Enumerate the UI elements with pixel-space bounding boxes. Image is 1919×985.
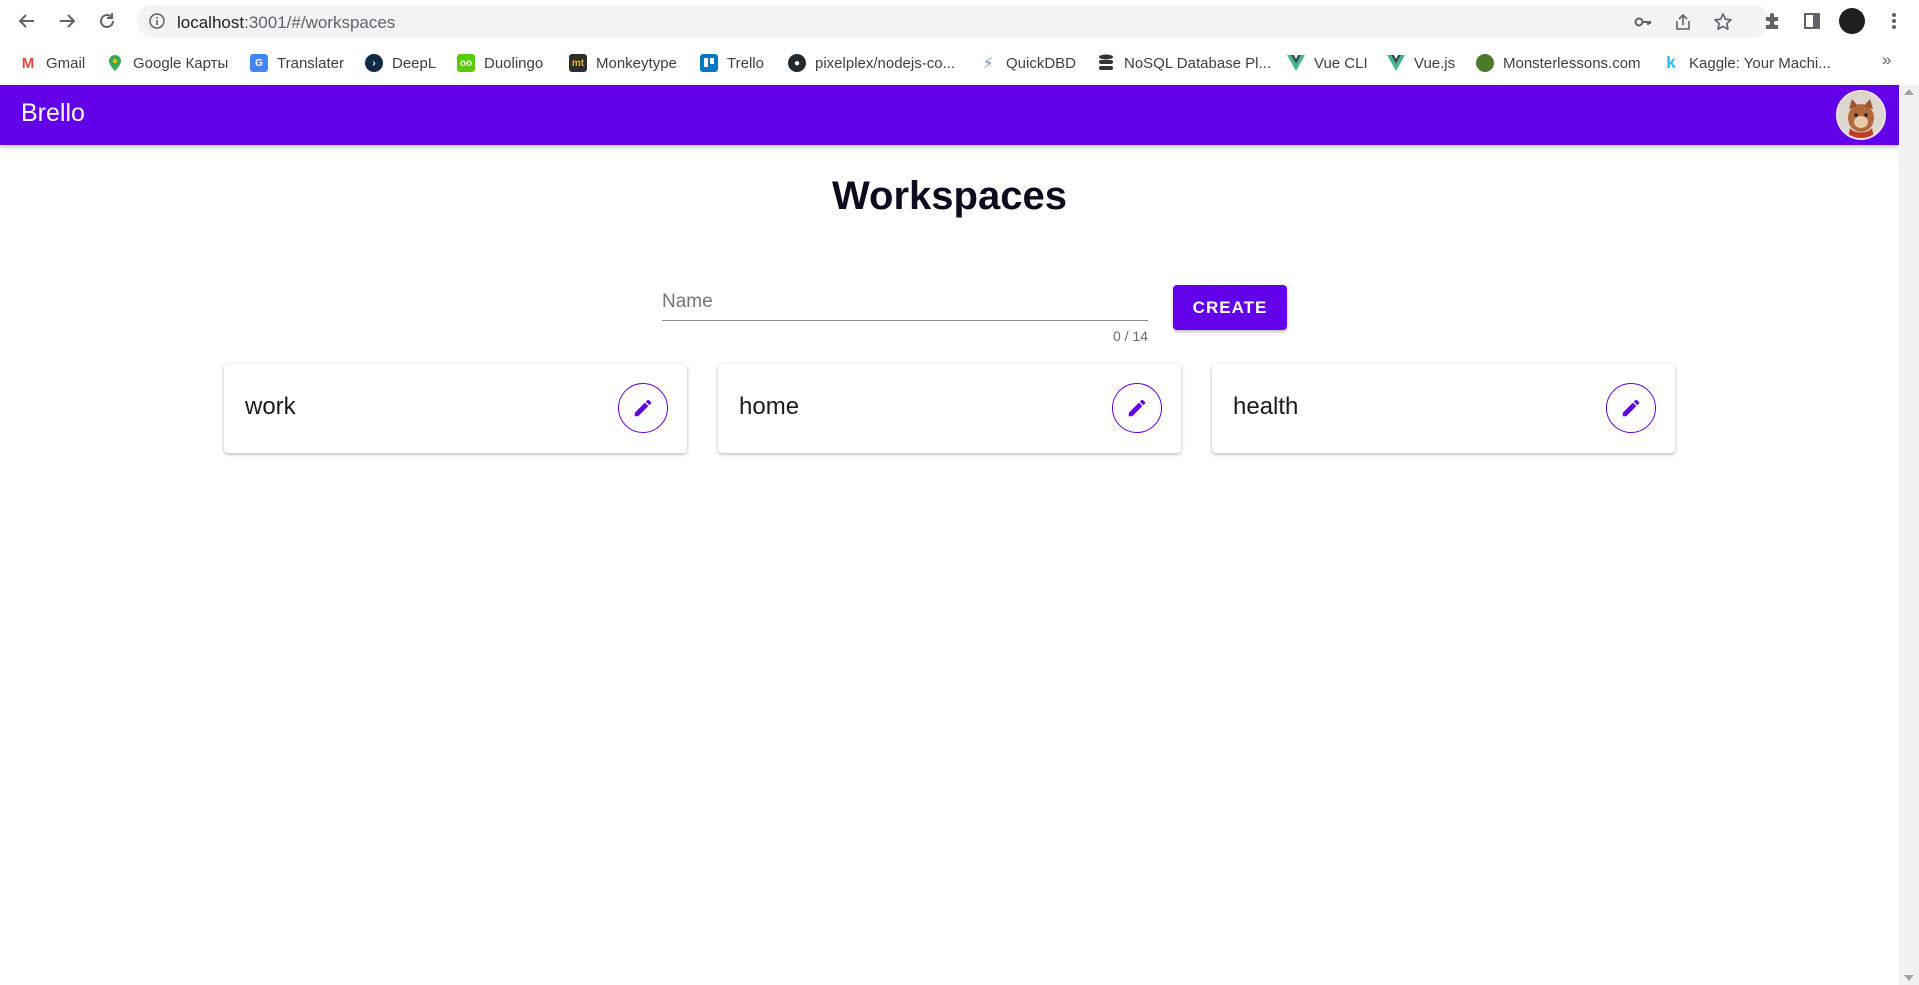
bookmark-label: Vue.js: [1414, 54, 1456, 72]
workspace-name-field[interactable]: [662, 285, 1148, 321]
github-icon: ●: [788, 54, 806, 72]
bookmark-label: Monsterlessons.com: [1503, 54, 1641, 72]
address-bar[interactable]: localhost:3001/#/workspaces: [137, 5, 1769, 38]
gmail-icon: M: [21, 54, 35, 72]
deepl-icon: ›: [365, 54, 383, 72]
scroll-up-arrow-icon[interactable]: [1904, 89, 1914, 95]
menu-dots-icon[interactable]: [1882, 9, 1906, 33]
forward-arrow-icon[interactable]: [53, 7, 81, 35]
bookmarks-bar: M Gmail Google Карты G Translater › Deep…: [0, 42, 1919, 84]
bookmark-label: Vue CLI: [1314, 54, 1368, 72]
pencil-icon: [634, 399, 652, 417]
side-panel-icon[interactable]: [1800, 9, 1824, 33]
pencil-icon: [1128, 399, 1146, 417]
reload-icon[interactable]: [93, 7, 121, 35]
bookmark-vuejs[interactable]: Vue.js: [1387, 52, 1455, 74]
bookmark-kaggle[interactable]: k Kaggle: Your Machi...: [1662, 52, 1831, 74]
bookmark-translater[interactable]: G Translater: [250, 52, 344, 74]
map-pin-icon: [106, 54, 124, 72]
app-bar: Brello: [0, 85, 1899, 145]
star-icon[interactable]: [1712, 11, 1734, 33]
pencil-icon: [1622, 399, 1640, 417]
bookmark-label: Translater: [277, 54, 344, 72]
lightning-icon: ⚡: [982, 55, 994, 72]
key-icon[interactable]: [1632, 11, 1654, 33]
page-title: Workspaces: [832, 174, 1067, 218]
workspace-card[interactable]: health: [1212, 364, 1675, 453]
edit-workspace-button[interactable]: [618, 383, 668, 433]
extensions-icon[interactable]: [1760, 9, 1784, 33]
translate-icon: G: [250, 54, 268, 72]
bookmarks-more-icon[interactable]: »: [1882, 50, 1891, 70]
brand-title[interactable]: Brello: [21, 99, 85, 128]
bookmark-github[interactable]: ● pixelplex/nodejs-co...: [788, 52, 955, 74]
bookmark-monkeytype[interactable]: mt Monkeytype: [569, 52, 677, 74]
browser-toolbar: localhost:3001/#/workspaces: [0, 0, 1919, 42]
bookmark-label: Monkeytype: [596, 54, 677, 72]
bookmark-gmail[interactable]: M Gmail: [19, 52, 85, 74]
workspace-title[interactable]: home: [739, 393, 799, 421]
workspace-card[interactable]: home: [718, 364, 1181, 453]
scroll-down-arrow-icon[interactable]: [1904, 975, 1914, 981]
workspace-name-input[interactable]: [662, 285, 1148, 319]
vue-icon: [1387, 54, 1405, 72]
edit-workspace-button[interactable]: [1112, 383, 1162, 433]
bookmark-label: Kaggle: Your Machi...: [1689, 54, 1831, 72]
create-button[interactable]: CREATE: [1173, 285, 1287, 330]
input-underline: [662, 320, 1148, 321]
kaggle-icon: k: [1666, 53, 1676, 72]
back-arrow-icon[interactable]: [13, 7, 41, 35]
bookmark-label: pixelplex/nodejs-co...: [815, 54, 956, 72]
bookmark-duolingo[interactable]: oo Duolingo: [457, 52, 543, 74]
trello-icon: [700, 54, 718, 72]
database-icon: [1097, 54, 1115, 72]
character-counter: 0 / 14: [1112, 328, 1148, 344]
vue-icon: [1287, 54, 1305, 72]
bookmark-nosql[interactable]: NoSQL Database Pl...: [1097, 52, 1271, 74]
monster-icon: [1476, 54, 1494, 72]
workspace-card[interactable]: work: [224, 364, 687, 453]
bookmark-label: NoSQL Database Pl...: [1124, 54, 1272, 72]
bookmark-trello[interactable]: Trello: [700, 52, 764, 74]
bookmark-monsterlessons[interactable]: Monsterlessons.com: [1476, 52, 1641, 74]
bookmark-label: Trello: [727, 54, 764, 72]
url-host: localhost: [177, 13, 245, 32]
bookmark-label: Duolingo: [484, 54, 544, 72]
bookmark-deepl[interactable]: › DeepL: [365, 52, 436, 74]
edit-workspace-button[interactable]: [1606, 383, 1656, 433]
bookmark-label: DeepL: [392, 54, 437, 72]
user-avatar[interactable]: [1836, 90, 1886, 140]
workspace-title[interactable]: health: [1233, 393, 1298, 421]
monkeytype-icon: mt: [569, 54, 587, 72]
bookmark-label: Gmail: [46, 54, 86, 72]
bookmark-vue-cli[interactable]: Vue CLI: [1287, 52, 1368, 74]
cat-photo-icon: [1838, 92, 1884, 138]
duolingo-icon: oo: [457, 54, 475, 72]
workspace-title[interactable]: work: [245, 393, 296, 421]
bookmark-label: QuickDBD: [1006, 54, 1077, 72]
bookmark-quickdbd[interactable]: ⚡ QuickDBD: [979, 52, 1076, 74]
bookmark-label: Google Карты: [133, 54, 229, 72]
share-icon[interactable]: [1672, 11, 1694, 33]
profile-avatar-icon[interactable]: [1839, 8, 1865, 34]
page-scrollbar[interactable]: [1899, 85, 1919, 985]
url-text: localhost:3001/#/workspaces: [177, 13, 395, 33]
site-info-icon[interactable]: [149, 13, 165, 29]
bookmark-google-maps[interactable]: Google Карты: [106, 52, 228, 74]
url-path: :3001/#/workspaces: [244, 13, 396, 32]
